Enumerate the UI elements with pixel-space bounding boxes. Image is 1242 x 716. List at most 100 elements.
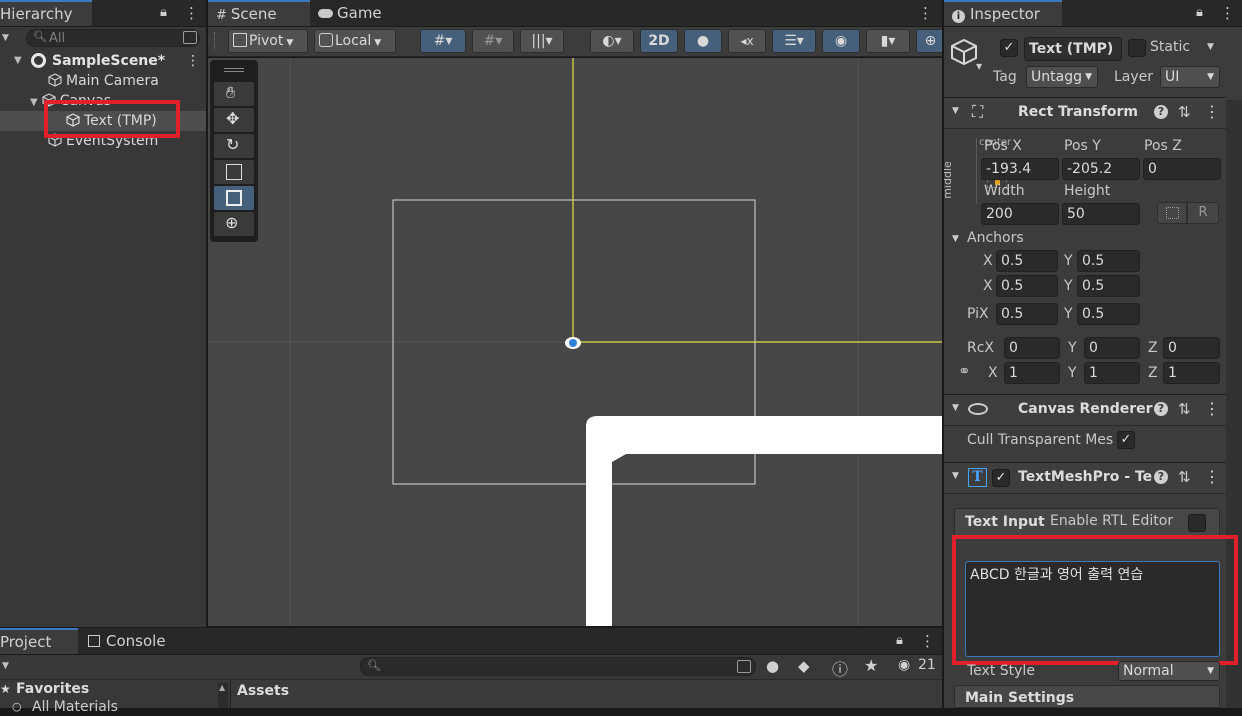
expand-arrow-icon[interactable]: ▼ bbox=[14, 51, 22, 71]
help-icon[interactable]: ? bbox=[1154, 105, 1168, 119]
lock-icon[interactable]: 🔒︎ bbox=[1196, 5, 1203, 20]
grid-snap-toggle[interactable]: #▾ bbox=[420, 29, 466, 53]
help-icon[interactable]: ? bbox=[1154, 470, 1168, 484]
component-menu-icon[interactable]: ⋮ bbox=[1204, 467, 1220, 486]
height-field[interactable]: 50 bbox=[1062, 203, 1140, 225]
increment-snap-toggle[interactable]: #▾ bbox=[472, 29, 514, 53]
audio-toggle[interactable]: ◂x bbox=[728, 29, 766, 53]
expand-arrow-icon[interactable]: ▼ bbox=[30, 97, 38, 108]
create-dropdown-icon[interactable]: ▼ bbox=[2, 661, 9, 671]
constrain-proportions-icon[interactable]: ⚭ bbox=[958, 362, 971, 380]
main-settings-section[interactable]: Main Settings bbox=[954, 685, 1220, 708]
textmeshpro-header[interactable]: ▼ T ✓ TextMeshPro - Te ? ⇅ ⋮ bbox=[944, 462, 1226, 494]
text-style-dropdown[interactable]: Normal ▼ bbox=[1118, 661, 1220, 681]
scale-x-field[interactable]: 1 bbox=[1004, 362, 1060, 384]
folder-scrollbar[interactable]: ▲ bbox=[218, 683, 228, 708]
filter-warnings-icon[interactable]: ⓘ bbox=[832, 656, 848, 680]
lock-icon[interactable]: 🔒︎ bbox=[160, 5, 167, 20]
lighting-toggle[interactable]: ● bbox=[684, 29, 722, 53]
raw-edit-button[interactable]: R bbox=[1187, 202, 1219, 224]
rotation-x-field[interactable]: 0 bbox=[1004, 337, 1060, 359]
move-tool-button[interactable]: ✥ bbox=[214, 108, 254, 132]
project-search[interactable]: 🔍︎ bbox=[360, 657, 756, 676]
static-checkbox[interactable] bbox=[1128, 39, 1146, 57]
canvas-renderer-header[interactable]: ▼ Canvas Renderer ? ⇅ ⋮ bbox=[944, 394, 1226, 426]
preset-icon[interactable]: ⇅ bbox=[1178, 468, 1191, 486]
hand-tool-button[interactable]: ✋︎ bbox=[214, 82, 254, 106]
rotate-tool-button[interactable]: ↻ bbox=[214, 134, 254, 158]
more-menu-icon[interactable]: ⋮ bbox=[184, 4, 199, 22]
local-dropdown[interactable]: Local ▼ bbox=[314, 29, 396, 53]
pivot-y-field[interactable]: 0.5 bbox=[1077, 303, 1140, 325]
scene-grid bbox=[208, 58, 942, 626]
hidden-packages-icon[interactable]: ◉ bbox=[898, 657, 910, 673]
favorite-star-icon[interactable]: ★ bbox=[864, 656, 878, 675]
tab-inspector[interactable]: i Inspector bbox=[944, 0, 1062, 26]
create-dropdown-icon[interactable]: ▼ bbox=[2, 33, 9, 43]
pos-x-field[interactable]: -193.4 bbox=[981, 158, 1059, 180]
dotted-rect-icon bbox=[1166, 207, 1179, 219]
rect-tool-button[interactable] bbox=[214, 186, 254, 210]
tab-scene[interactable]: # Scene bbox=[208, 0, 310, 26]
more-menu-icon[interactable]: ⋮ bbox=[1220, 4, 1235, 22]
icon-dropdown-arrow-icon[interactable]: ▼ bbox=[976, 62, 982, 71]
pivot-x-field[interactable]: 0.5 bbox=[996, 303, 1058, 325]
rect-transform-header[interactable]: ▼ ⛶ Rect Transform ? ⇅ ⋮ bbox=[944, 97, 1226, 129]
anchor-max-y-field[interactable]: 0.5 bbox=[1077, 275, 1140, 297]
tab-console[interactable]: Console bbox=[80, 628, 174, 654]
gizmos-toggle[interactable]: ⊕ bbox=[916, 29, 944, 53]
component-menu-icon[interactable]: ⋮ bbox=[1204, 102, 1220, 121]
lock-icon[interactable]: 🔒︎ bbox=[896, 633, 903, 648]
filter-by-label-icon[interactable]: ◆ bbox=[798, 657, 810, 675]
help-icon[interactable]: ? bbox=[1154, 402, 1168, 416]
width-field[interactable]: 200 bbox=[981, 203, 1059, 225]
more-menu-icon[interactable]: ⋮ bbox=[920, 632, 935, 650]
anchor-min-y-field[interactable]: 0.5 bbox=[1077, 250, 1140, 272]
anchor-max-x-field[interactable]: 0.5 bbox=[996, 275, 1058, 297]
pos-y-field[interactable]: -205.2 bbox=[1062, 158, 1140, 180]
grid-size-dropdown[interactable]: |||▾ bbox=[520, 29, 564, 53]
tab-project[interactable]: Project bbox=[0, 628, 78, 654]
tab-game[interactable]: Game bbox=[310, 0, 390, 26]
object-name-input[interactable]: Text (TMP) bbox=[1024, 37, 1122, 61]
transform-tool-button[interactable]: ⊕ bbox=[214, 212, 254, 236]
scene-viewport[interactable] bbox=[208, 58, 942, 626]
pos-z-field[interactable]: 0 bbox=[1143, 158, 1221, 180]
active-checkbox[interactable]: ✓ bbox=[1000, 39, 1018, 57]
search-options-icon[interactable] bbox=[183, 31, 197, 44]
anchor-min-x-field[interactable]: 0.5 bbox=[996, 250, 1058, 272]
favorites-row[interactable]: ★ Favorites ○ All Materials bbox=[0, 680, 230, 715]
preset-icon[interactable]: ⇅ bbox=[1178, 400, 1191, 418]
tag-dropdown[interactable]: Untagged ▼ bbox=[1026, 66, 1098, 88]
anchors-foldout-icon[interactable]: ▼ bbox=[952, 234, 959, 244]
rotation-z-field[interactable]: 0 bbox=[1163, 337, 1220, 359]
blueprint-mode-button[interactable] bbox=[1157, 202, 1187, 224]
static-dropdown-arrow-icon[interactable]: ▼ bbox=[1207, 42, 1214, 52]
effects-dropdown[interactable]: ☰▾ bbox=[772, 29, 816, 53]
preset-icon[interactable]: ⇅ bbox=[1178, 103, 1191, 121]
tmp-enabled-checkbox[interactable]: ✓ bbox=[992, 469, 1010, 487]
scene-row[interactable]: ▼ SampleScene* ⋮ bbox=[0, 51, 206, 71]
layer-dropdown[interactable]: UI ▼ bbox=[1160, 66, 1220, 88]
hidden-objects-toggle[interactable]: ◉ bbox=[822, 29, 860, 53]
shading-mode-dropdown[interactable]: ◐▾ bbox=[590, 29, 634, 53]
scale-y-field[interactable]: 1 bbox=[1084, 362, 1140, 384]
hierarchy-item-main-camera[interactable]: Main Camera bbox=[48, 71, 159, 91]
pivot-handle-icon[interactable] bbox=[565, 337, 581, 349]
scene-more-icon[interactable]: ⋮ bbox=[186, 51, 200, 71]
hierarchy-search[interactable]: 🔍︎ All bbox=[26, 29, 200, 47]
component-menu-icon[interactable]: ⋮ bbox=[1204, 399, 1220, 418]
search-options-icon[interactable] bbox=[737, 660, 751, 673]
toggle-2d-button[interactable]: 2D bbox=[640, 29, 678, 53]
rtl-editor-checkbox[interactable] bbox=[1188, 514, 1206, 532]
search-placeholder: All bbox=[49, 31, 66, 46]
rotation-y-field[interactable]: 0 bbox=[1084, 337, 1140, 359]
pivot-dropdown[interactable]: Pivot ▼ bbox=[228, 29, 308, 53]
camera-dropdown[interactable]: ▮▾ bbox=[866, 29, 910, 53]
scale-tool-button[interactable] bbox=[214, 160, 254, 184]
scale-z-field[interactable]: 1 bbox=[1163, 362, 1220, 384]
more-menu-icon[interactable]: ⋮ bbox=[918, 4, 933, 22]
cull-transparent-checkbox[interactable]: ✓ bbox=[1117, 431, 1135, 449]
tab-hierarchy[interactable]: Hierarchy bbox=[0, 0, 92, 26]
filter-by-type-icon[interactable]: ● bbox=[766, 657, 779, 675]
